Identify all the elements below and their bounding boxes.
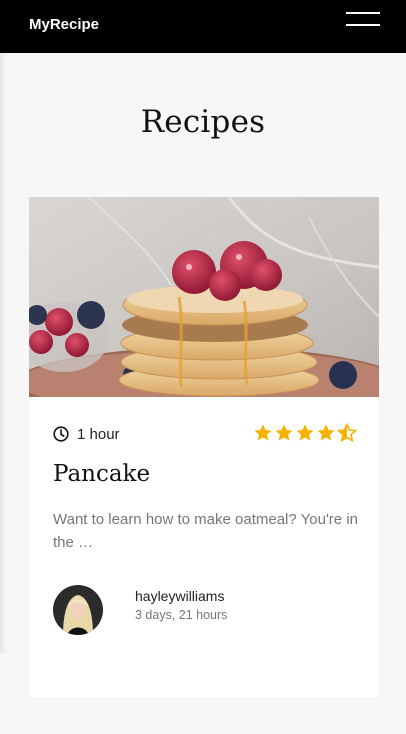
star-icon — [317, 424, 335, 441]
recipe-title[interactable]: Pancake — [53, 461, 150, 487]
star-icon — [296, 424, 314, 441]
cook-time: 1 hour — [53, 424, 120, 444]
post-timestamp: 3 days, 21 hours — [135, 608, 228, 622]
brand-logo-text[interactable]: MyRecipe — [29, 16, 99, 33]
star-half-icon — [337, 423, 357, 443]
recipe-image[interactable] — [29, 197, 379, 397]
cook-time-label: 1 hour — [77, 425, 120, 443]
recipe-card[interactable]: 1 hour Pancake Want to learn how to make… — [29, 197, 379, 697]
top-navbar: MyRecipe — [0, 0, 406, 53]
menu-line — [346, 12, 380, 14]
page-title: Recipes — [140, 104, 266, 140]
author-avatar[interactable] — [53, 585, 103, 635]
menu-line — [346, 24, 380, 26]
star-icon — [275, 424, 293, 441]
recipe-description: Want to learn how to make oatmeal? You'r… — [53, 511, 358, 551]
side-panel-shadow — [0, 53, 6, 653]
star-rating — [253, 423, 357, 443]
author-username[interactable]: hayleywilliams — [135, 588, 224, 604]
hamburger-menu-icon[interactable] — [346, 12, 380, 28]
clock-icon — [53, 426, 69, 442]
star-icon — [254, 424, 272, 441]
